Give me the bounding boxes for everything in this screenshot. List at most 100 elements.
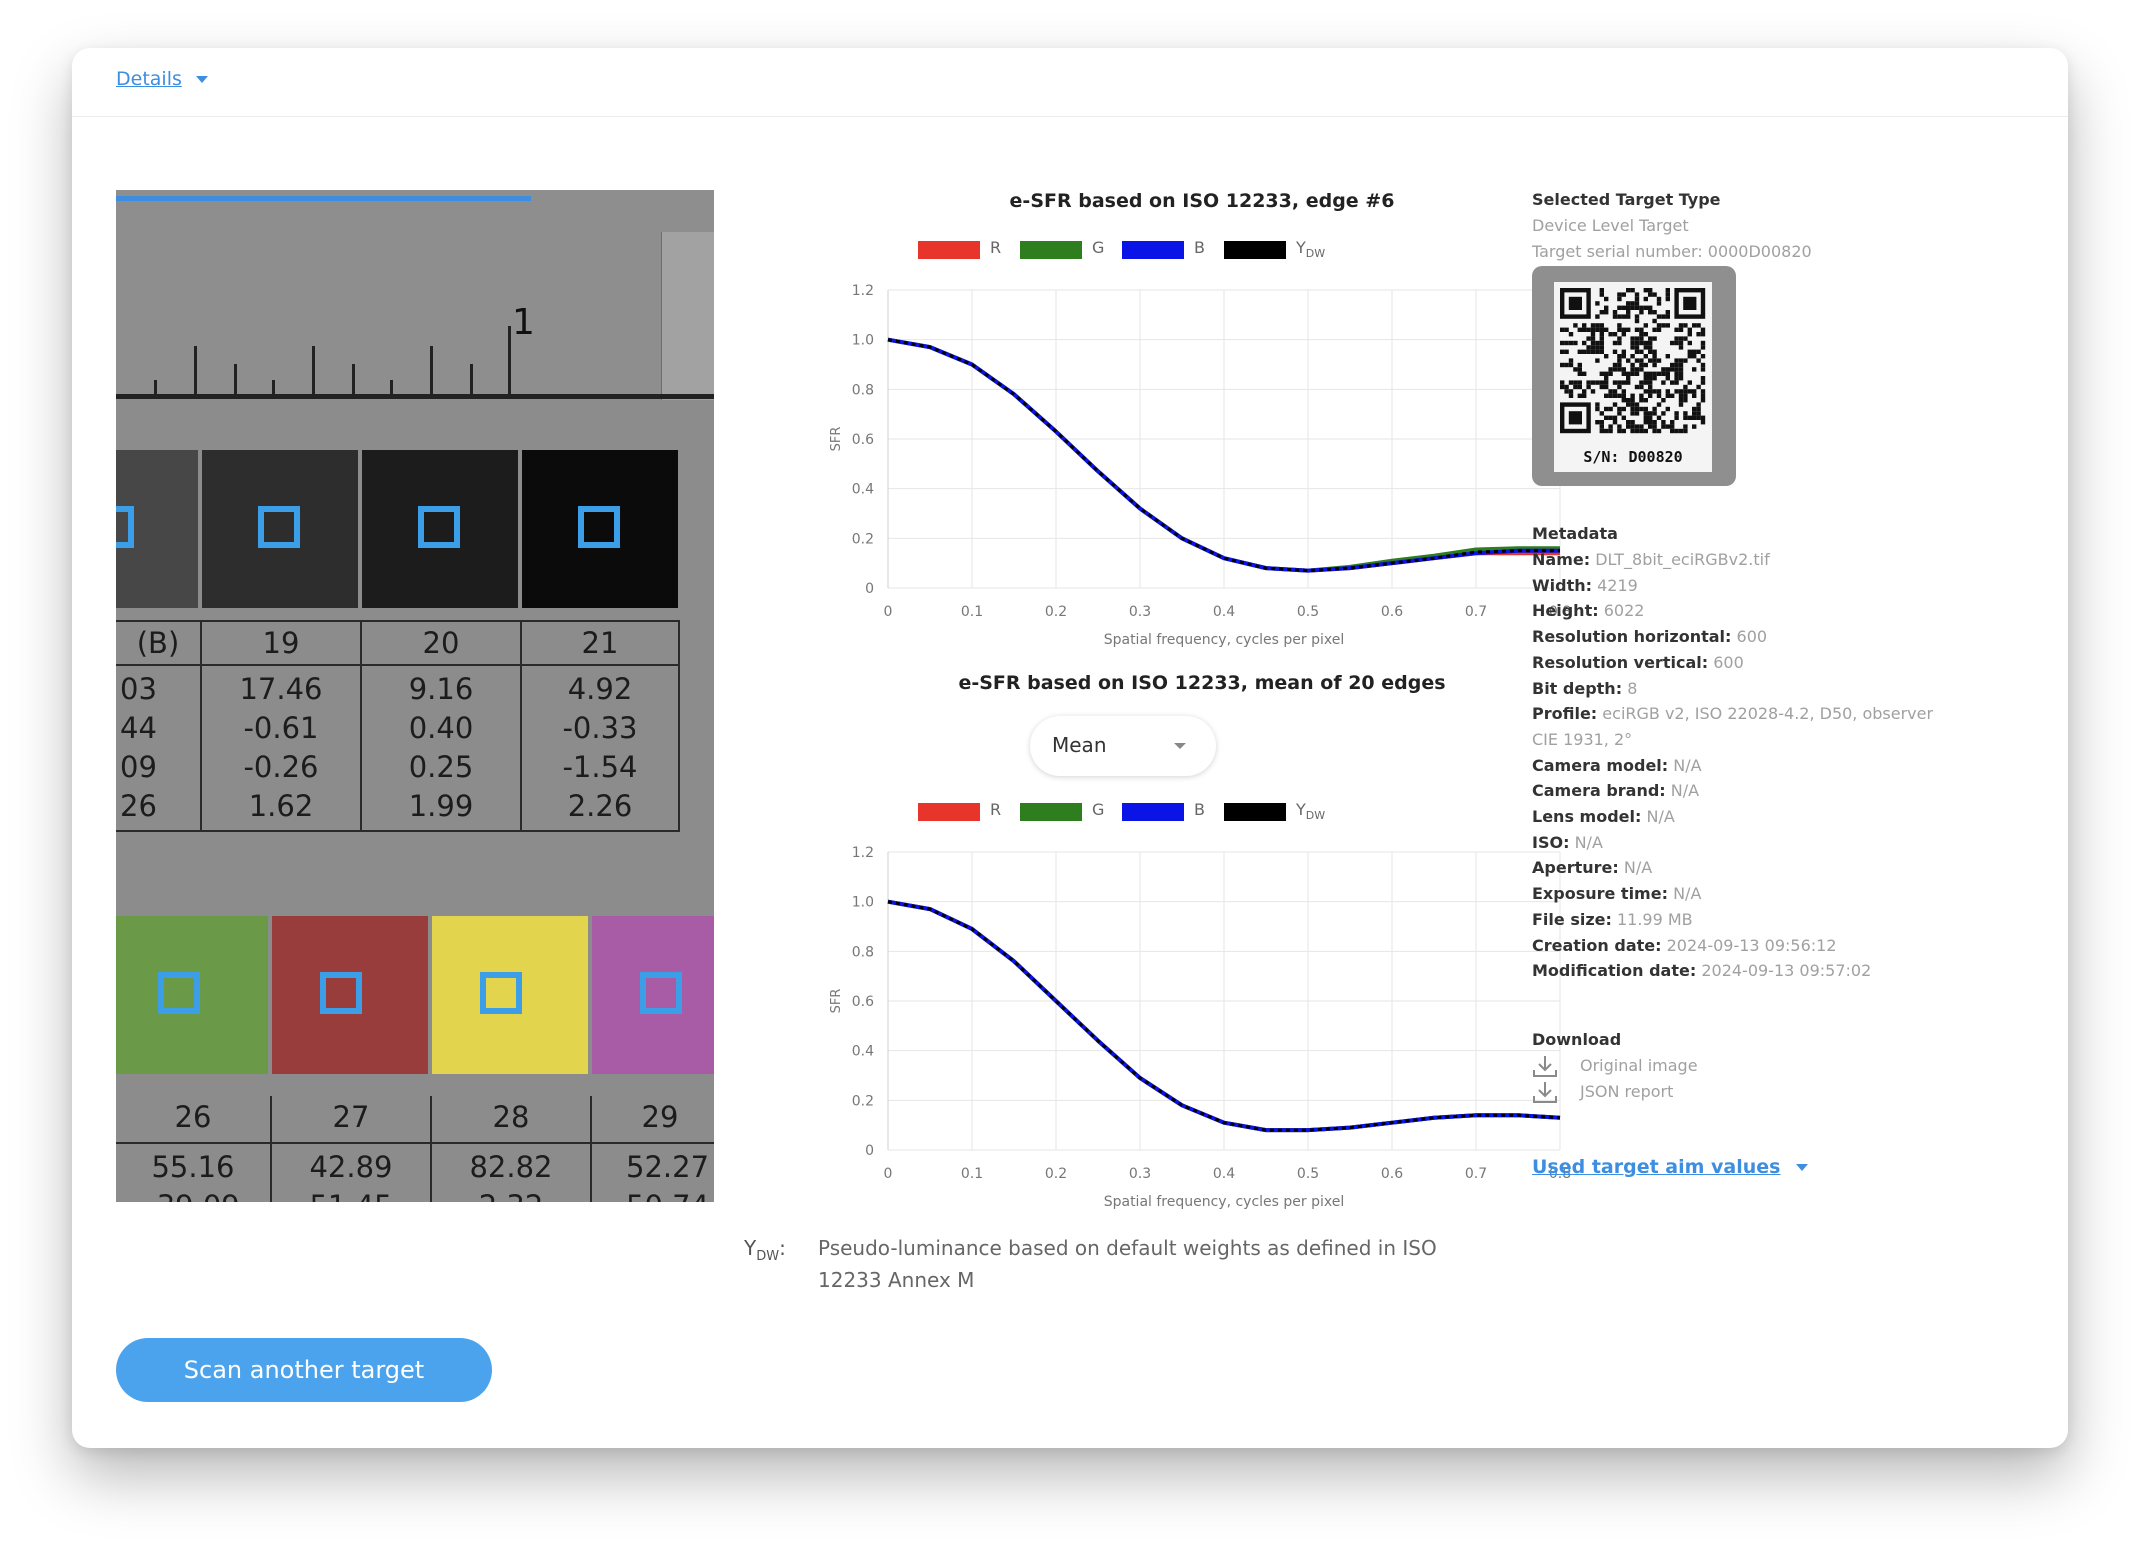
qr-module (1639, 358, 1644, 363)
qr-module (1568, 332, 1574, 337)
qr-module (1639, 406, 1644, 412)
legend-label-r: R (990, 800, 1002, 819)
color-patch (432, 916, 588, 1074)
qr-module (1634, 424, 1640, 429)
y-tick-label: 1.0 (852, 895, 874, 911)
qr-module (1617, 411, 1622, 416)
qr-module (1608, 367, 1613, 372)
qr-module (1643, 345, 1648, 350)
qr-module (1683, 398, 1688, 403)
qr-module (1670, 424, 1675, 429)
legend-swatch-ydw (1224, 241, 1286, 259)
qr-module (1612, 310, 1618, 315)
qr-module (1599, 340, 1604, 346)
qr-module (1564, 384, 1569, 390)
details-toggle[interactable]: Details (116, 68, 208, 90)
qr-module (1674, 371, 1679, 376)
qr-module (1678, 362, 1684, 368)
qr-module (1665, 367, 1670, 372)
ruler-highlight-line (116, 196, 531, 201)
aim-values-toggle[interactable]: Used target aim values (1532, 1156, 1809, 1178)
qr-module (1626, 305, 1631, 310)
qr-module (1630, 301, 1635, 306)
qr-module (1700, 415, 1706, 420)
qr-module (1626, 301, 1631, 306)
qr-module (1630, 406, 1635, 412)
qr-module (1652, 318, 1657, 324)
x-tick-label: 0 (884, 604, 893, 620)
qr-module (1630, 336, 1635, 341)
qr-module (1612, 314, 1618, 319)
qr-module (1599, 384, 1604, 390)
qr-module (1564, 327, 1569, 332)
y-tick-label: 0.6 (852, 994, 874, 1010)
qr-module (1700, 327, 1706, 332)
patch-value: 9.16 (408, 672, 474, 706)
metadata-row: Camera model: N/A (1532, 755, 1702, 775)
qr-module (1617, 406, 1622, 412)
qr-module (1674, 367, 1679, 372)
qr-module (1692, 349, 1697, 354)
qr-module (1643, 389, 1648, 394)
patch-value: 0.25 (408, 750, 474, 784)
qr-module (1617, 336, 1622, 341)
qr-module (1621, 327, 1626, 332)
qr-module (1700, 367, 1706, 372)
patch-value: 1.99 (408, 789, 474, 823)
qr-module (1586, 380, 1591, 385)
x-tick-label: 0.2 (1045, 1166, 1067, 1182)
metadata-row: Height: 6022 (1532, 601, 1645, 621)
qr-module (1700, 380, 1706, 385)
metadata-row: Width: 4219 (1532, 575, 1638, 595)
qr-module (1648, 340, 1653, 346)
sfr-chart-mean: 0 0.1 0.2 0.3 0.4 0.5 0.6 0.7 0.800.20.40.60.81.… (829, 845, 1571, 1210)
qr-module (1573, 380, 1578, 385)
qr-module (1700, 376, 1706, 381)
qr-module (1674, 327, 1679, 332)
qr-module (1639, 380, 1644, 385)
scan-another-target-button[interactable]: Scan another target (116, 1338, 492, 1402)
qr-module (1630, 424, 1635, 429)
qr-module (1634, 336, 1640, 341)
qr-module (1656, 428, 1662, 434)
qr-module (1639, 310, 1644, 315)
qr-module (1599, 371, 1604, 376)
legend-label-r: R (990, 238, 1002, 257)
qr-module (1648, 393, 1653, 398)
patch-value: 52.27 (626, 1150, 710, 1184)
qr-module (1608, 371, 1613, 376)
x-tick-label: 0.4 (1213, 604, 1235, 620)
qr-module (1621, 415, 1626, 420)
qr-module (1604, 428, 1609, 434)
qr-module (1692, 424, 1697, 429)
y-tick-label: 1.2 (852, 283, 874, 299)
legend-swatch-r (918, 803, 980, 821)
qr-module (1617, 296, 1622, 302)
qr-module (1648, 305, 1653, 310)
qr-module (1604, 380, 1609, 385)
qr-module (1604, 384, 1609, 390)
metadata-heading: Metadata (1532, 524, 1618, 543)
patch-value: 0.40 (408, 711, 474, 745)
patch-values: 03 44 09 26 (116, 664, 202, 832)
patch-value: 55.16 (151, 1150, 235, 1184)
qr-module (1643, 398, 1648, 403)
qr-module (1643, 428, 1648, 434)
qr-module (1599, 424, 1604, 429)
qr-module (1634, 314, 1640, 319)
qr-module (1652, 389, 1657, 394)
qr-module (1634, 296, 1640, 302)
qr-module (1700, 354, 1706, 359)
qr-module (1639, 393, 1644, 398)
qr-module (1670, 367, 1675, 372)
qr-module (1626, 358, 1631, 363)
patch-value: -0.33 (562, 711, 638, 745)
qr-module (1590, 349, 1596, 354)
qr-module (1590, 380, 1596, 385)
qr-module (1652, 411, 1657, 416)
edge-select-dropdown[interactable]: Mean (1030, 716, 1216, 776)
qr-module (1670, 420, 1675, 425)
qr-module (1670, 340, 1675, 346)
legend-label-ydw: YDW (1296, 800, 1326, 823)
qr-module (1630, 288, 1635, 293)
